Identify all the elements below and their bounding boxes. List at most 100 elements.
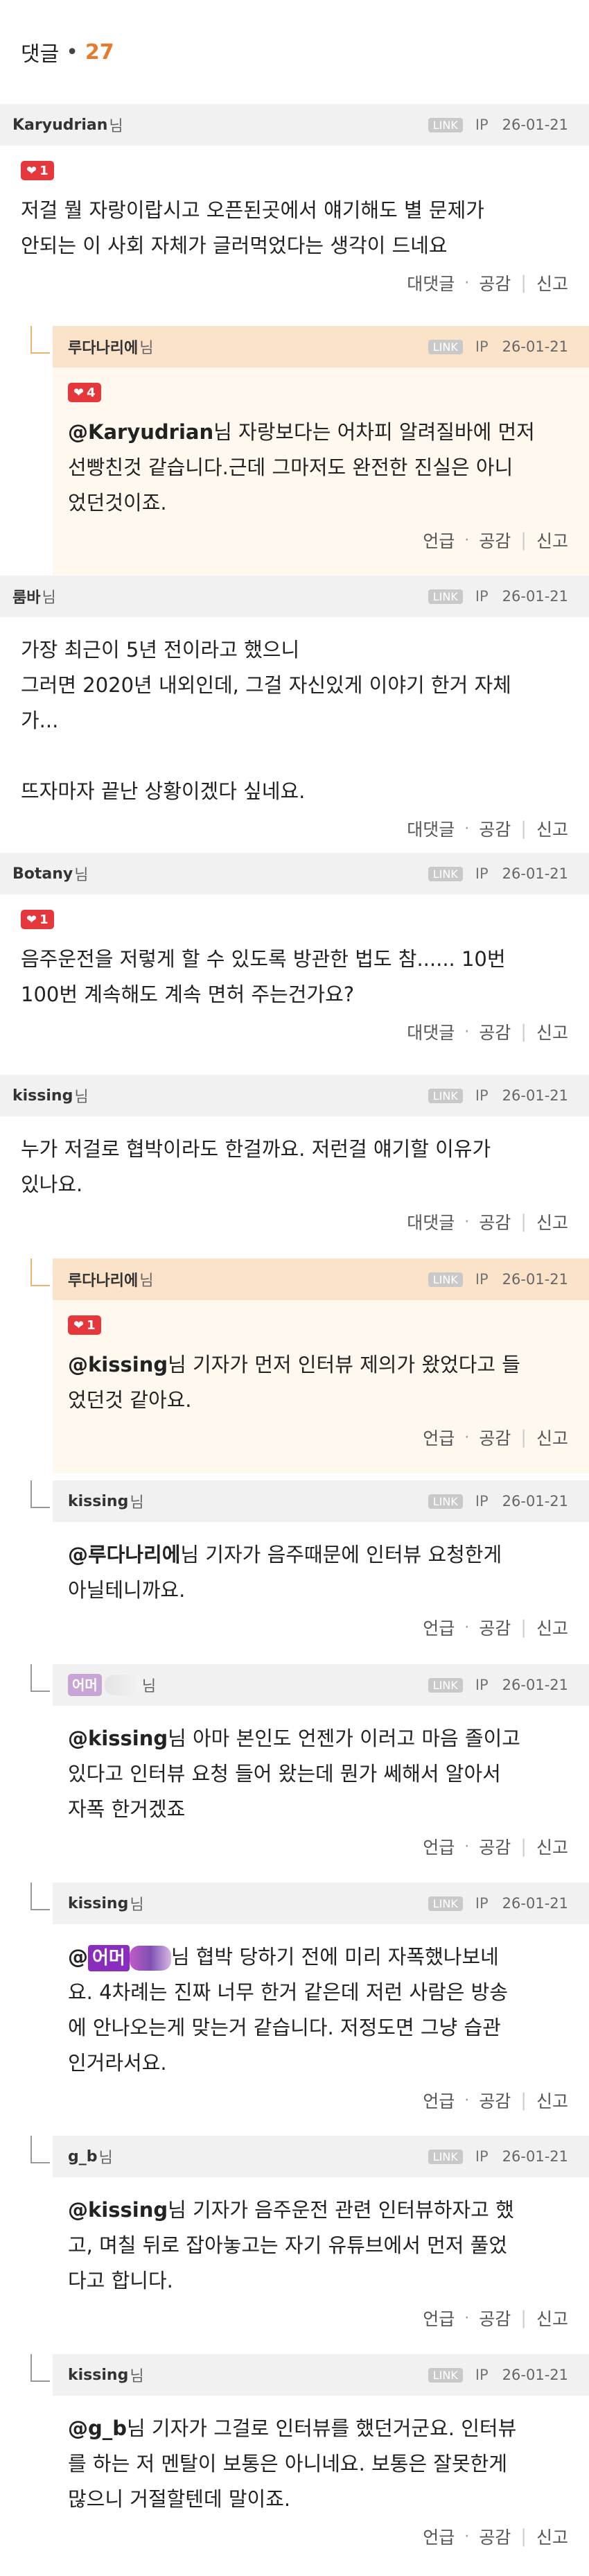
agree-button[interactable]: 공감: [479, 1615, 511, 1640]
link-badge[interactable]: LINK: [428, 1896, 463, 1911]
agree-button[interactable]: 공감: [479, 2088, 511, 2113]
mention-link[interactable]: @kissing: [68, 2198, 168, 2222]
agree-button[interactable]: 공감: [479, 816, 511, 841]
author-nickname[interactable]: 루다나리에: [68, 1268, 138, 1290]
blurred-mention[interactable]: 어머: [88, 1945, 171, 1971]
action-divider: |: [520, 1617, 527, 1638]
mention-link[interactable]: @Karyudrian: [68, 420, 213, 444]
honorific: 님: [130, 1494, 144, 1512]
blurred-nickname[interactable]: 어머: [68, 1674, 141, 1696]
mention-link[interactable]: @g_b: [68, 2417, 127, 2440]
link-badge[interactable]: LINK: [428, 117, 463, 132]
mention-link[interactable]: @kissing: [68, 1727, 168, 1750]
mention-button[interactable]: 언급: [423, 1615, 455, 1640]
mention-link[interactable]: @: [68, 1945, 88, 1969]
honorific: 님: [141, 1678, 157, 1695]
agree-button[interactable]: 공감: [479, 1834, 511, 1859]
comment-body: 가장 최근이 5년 전이라고 했으니 그러면 2020년 내외인데, 그걸 자신…: [0, 617, 589, 848]
action-separator: ·: [464, 1838, 470, 1856]
link-badge[interactable]: LINK: [428, 339, 463, 354]
reply-button[interactable]: 대댓글: [407, 1209, 455, 1234]
report-button[interactable]: 신고: [536, 2306, 568, 2331]
report-button[interactable]: 신고: [536, 1425, 568, 1450]
reply-indent-line: [30, 326, 50, 354]
action-separator: ·: [464, 1213, 470, 1231]
comment: kissing 님 LINK IP 26-01-21 누가 저걸로 협박이라도 …: [0, 1075, 589, 1259]
author-nickname[interactable]: 룸바: [12, 585, 40, 607]
comment-header: kissing 님 LINK IP 26-01-21: [53, 1883, 589, 1924]
comment-body: ❤ 1 음주운전을 저렇게 할 수 있도록 방관한 법도 참...... 10번 …: [0, 894, 589, 1051]
comment-body: @g_b님 기자가 그걸로 인터뷰를 했던거군요. 인터뷰 를 하는 저 멘탈이…: [53, 2396, 589, 2556]
author-nickname[interactable]: g_b: [68, 2148, 98, 2166]
author-nickname[interactable]: kissing: [68, 2367, 128, 2384]
comment-body: ❤ 1 @kissing님 기자가 먼저 인터뷰 제의가 왔었다고 들 었던것 같…: [53, 1300, 589, 1473]
link-badge[interactable]: LINK: [428, 866, 463, 881]
mention-link[interactable]: @kissing: [68, 1353, 168, 1376]
reply-indent-line: [30, 1883, 50, 1910]
report-button[interactable]: 신고: [536, 1019, 568, 1044]
mention-button[interactable]: 언급: [423, 2088, 455, 2113]
link-badge[interactable]: LINK: [428, 2149, 463, 2164]
report-button[interactable]: 신고: [536, 1615, 568, 1640]
comment-text: 가장 최근이 5년 전이라고 했으니 그러면 2020년 내외인데, 그걸 자신…: [21, 638, 511, 803]
link-badge[interactable]: LINK: [428, 2367, 463, 2383]
author-nickname[interactable]: 루다나리에: [68, 336, 138, 358]
reply-button[interactable]: 대댓글: [407, 816, 455, 841]
ip-label: IP: [475, 588, 489, 605]
comment-actions: 언급 · 공감 | 신고: [68, 1827, 568, 1866]
agree-button[interactable]: 공감: [479, 2524, 511, 2549]
ip-label: IP: [475, 1087, 489, 1104]
honorific: 님: [74, 1089, 89, 1106]
comments-title: 댓글: [21, 42, 60, 67]
report-button[interactable]: 신고: [536, 528, 568, 553]
comment-date: 26-01-21: [502, 1895, 568, 1912]
link-badge[interactable]: LINK: [428, 1088, 463, 1103]
comment-text: @ 어머 님 협박 당하기 전에 미리 자폭했나보네 요. 4차례는 진짜 너무 한…: [68, 1939, 568, 2081]
heart-icon: ❤: [73, 385, 85, 400]
report-button[interactable]: 신고: [536, 816, 568, 841]
author-nickname[interactable]: kissing: [12, 1087, 73, 1105]
author-nickname[interactable]: kissing: [68, 1895, 128, 1912]
report-button[interactable]: 신고: [536, 1209, 568, 1234]
agree-button[interactable]: 공감: [479, 270, 511, 295]
report-button[interactable]: 신고: [536, 2524, 568, 2549]
comment-body: 누가 저걸로 협박이라도 한걸까요. 저런걸 얘기할 이유가 있나요. 대댓글 …: [0, 1116, 589, 1241]
report-button[interactable]: 신고: [536, 2088, 568, 2113]
reply-comment: kissing 님 LINK IP 26-01-21 @ 어머 님 협박 당하기 전…: [29, 1883, 589, 2136]
agree-button[interactable]: 공감: [479, 1425, 511, 1450]
report-button[interactable]: 신고: [536, 270, 568, 295]
link-badge[interactable]: LINK: [428, 589, 463, 604]
link-badge[interactable]: LINK: [428, 1272, 463, 1287]
author-nickname[interactable]: kissing: [68, 1493, 128, 1510]
reply-indent-line: [30, 2354, 50, 2382]
reply-button[interactable]: 대댓글: [407, 270, 455, 295]
author-nickname[interactable]: Botany: [12, 865, 73, 883]
like-badge: ❤ 1: [21, 161, 54, 180]
agree-button[interactable]: 공감: [479, 1209, 511, 1234]
link-badge[interactable]: LINK: [428, 1677, 463, 1693]
action-separator: ·: [464, 820, 470, 838]
link-badge[interactable]: LINK: [428, 1494, 463, 1509]
mention-button[interactable]: 언급: [423, 1425, 455, 1450]
reply-button[interactable]: 대댓글: [407, 1019, 455, 1044]
agree-button[interactable]: 공감: [479, 1019, 511, 1044]
reply-indent-line: [30, 1259, 50, 1286]
reply-comment: 루다나리에 님 LINK IP 26-01-21 ❤ 1 @kissing님 기자…: [29, 1259, 589, 1480]
comment-actions: 대댓글 · 공감 | 신고: [21, 809, 568, 848]
comment-date: 26-01-21: [502, 1493, 568, 1510]
report-button[interactable]: 신고: [536, 1834, 568, 1859]
comment-text: 저걸 뭘 자랑이랍시고 오픈된곳에서 얘기해도 별 문제가 안되는 이 사회 자…: [21, 198, 484, 257]
comment-actions: 언급 · 공감 | 신고: [68, 521, 568, 560]
agree-button[interactable]: 공감: [479, 528, 511, 553]
comment: Botany 님 LINK IP 26-01-21 ❤ 1 음주운전을 저렇게 할…: [0, 853, 589, 1075]
mention-button[interactable]: 언급: [423, 2524, 455, 2549]
comment-header: 루다나리에 님 LINK IP 26-01-21: [53, 326, 589, 368]
mention-link[interactable]: @루다나리에: [68, 1543, 180, 1566]
mention-button[interactable]: 언급: [423, 1834, 455, 1859]
comment-text: @g_b님 기자가 그걸로 인터뷰를 했던거군요. 인터뷰 를 하는 저 멘탈이…: [68, 2411, 568, 2517]
mention-button[interactable]: 언급: [423, 528, 455, 553]
mention-button[interactable]: 언급: [423, 2306, 455, 2331]
agree-button[interactable]: 공감: [479, 2306, 511, 2331]
author-nickname[interactable]: Karyudrian: [12, 116, 107, 134]
ip-label: IP: [475, 1895, 489, 1912]
